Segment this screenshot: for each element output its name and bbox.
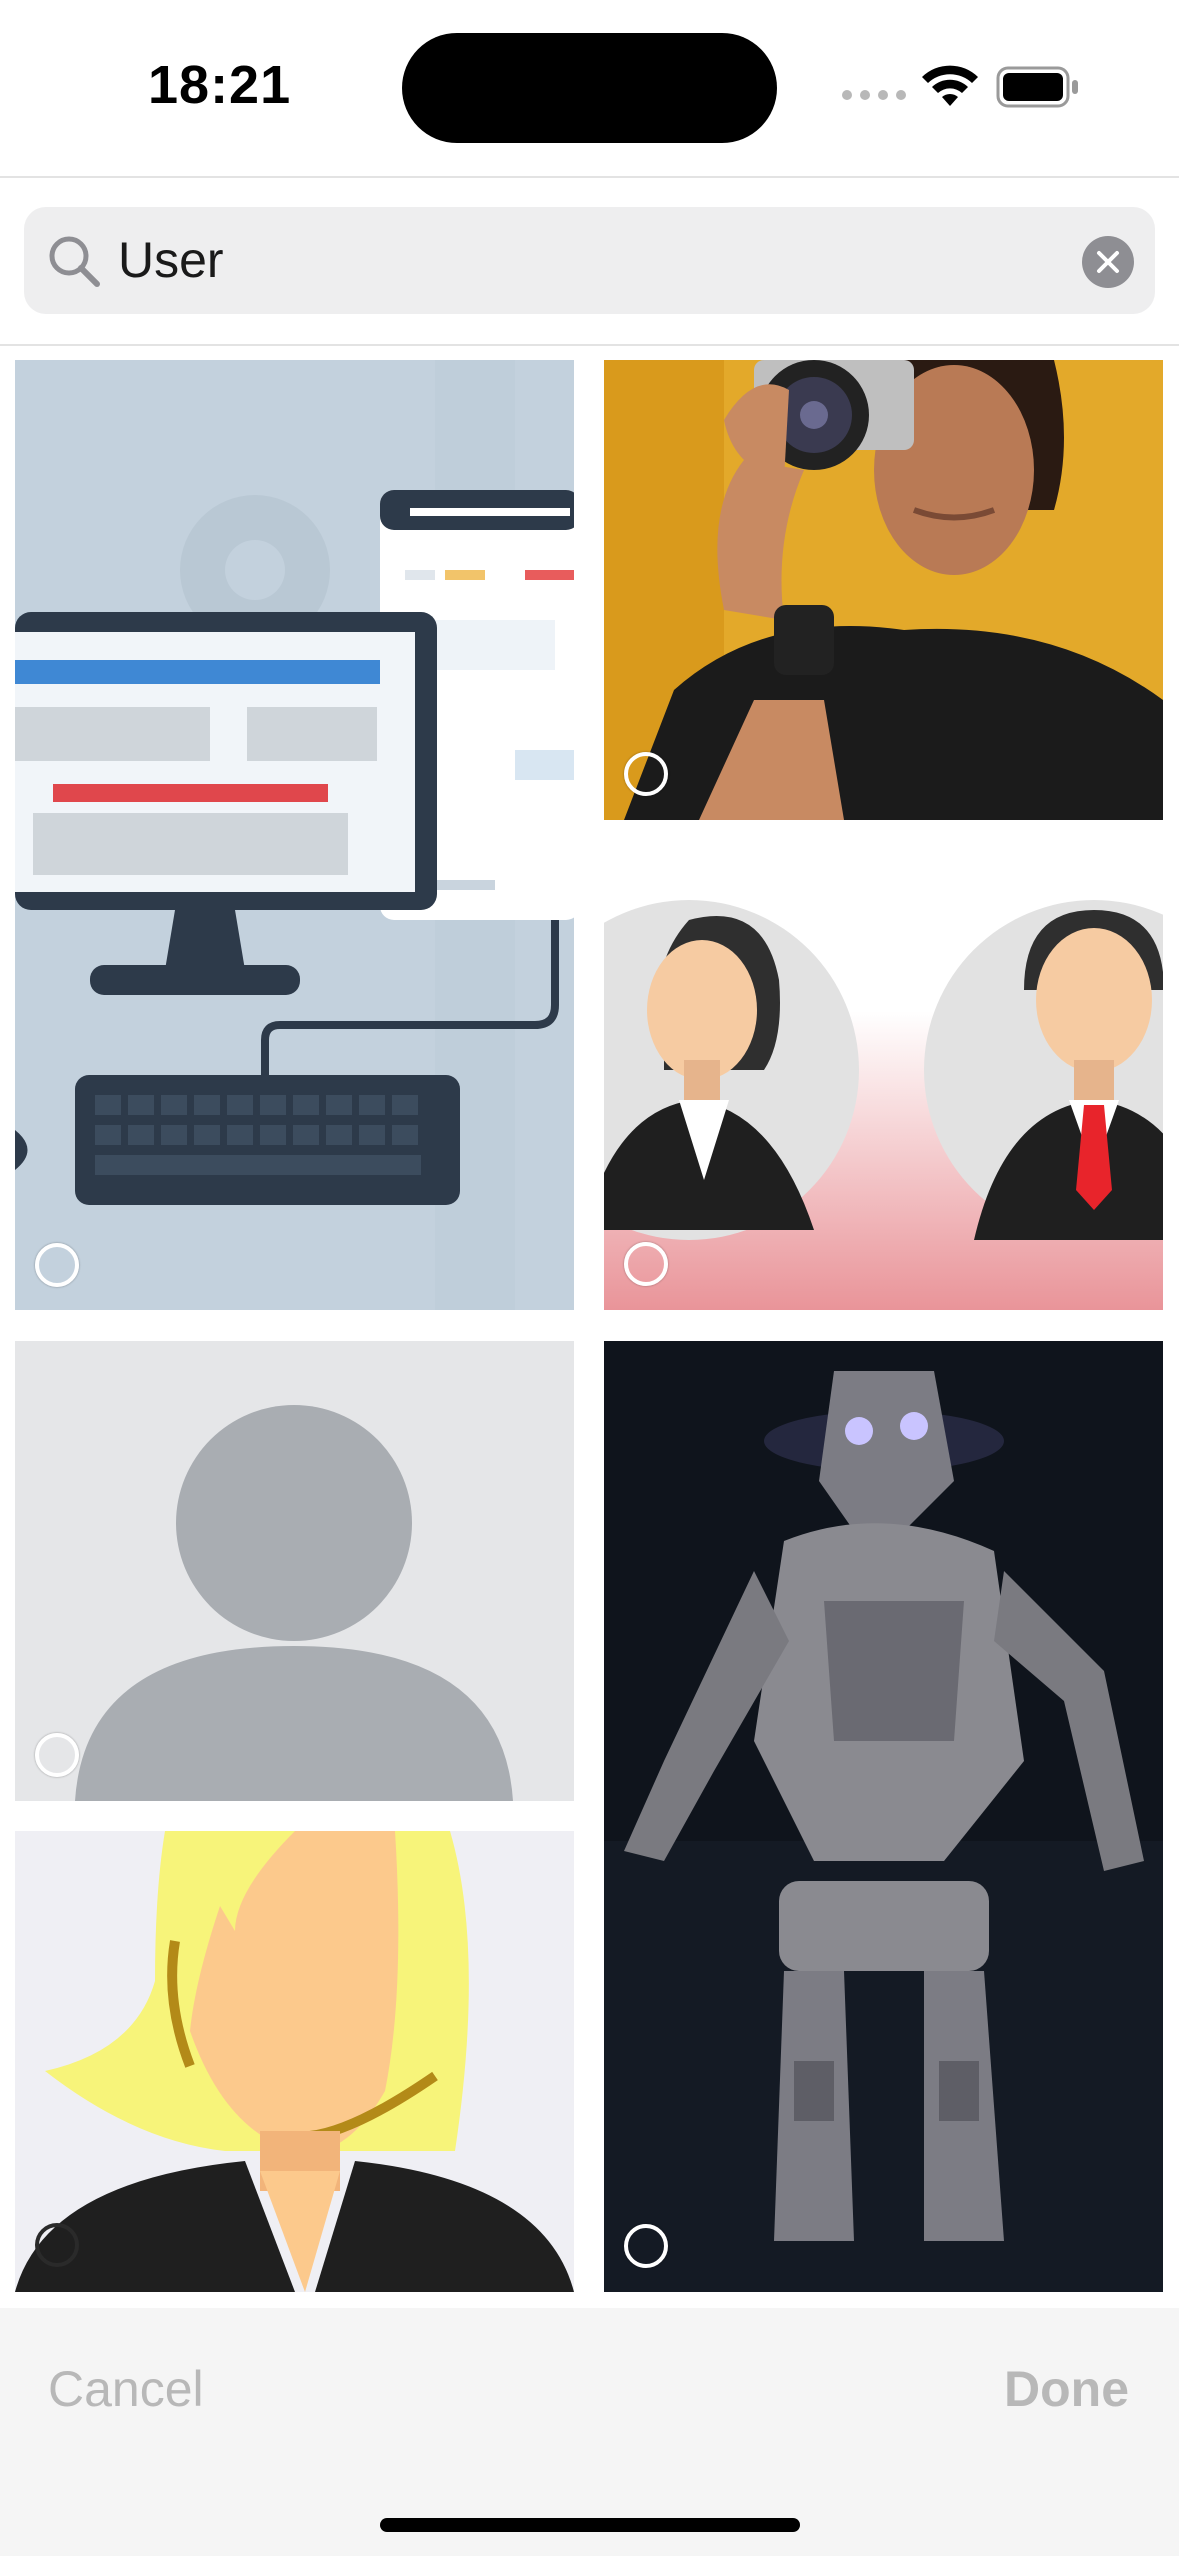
status-time: 18:21 bbox=[148, 55, 292, 115]
computer-illustration bbox=[15, 360, 574, 1310]
search-divider bbox=[0, 344, 1179, 346]
cancel-button[interactable]: Cancel bbox=[48, 2360, 204, 2418]
blonde-woman-avatar bbox=[15, 1831, 574, 2292]
header-divider bbox=[0, 176, 1179, 178]
battery-icon bbox=[996, 66, 1078, 108]
robot-image bbox=[604, 1341, 1163, 2292]
done-button[interactable]: Done bbox=[1004, 2360, 1129, 2418]
image-tile-business-avatars[interactable] bbox=[604, 850, 1163, 1310]
photographer-photo bbox=[604, 360, 1163, 820]
image-tile-default-user[interactable] bbox=[15, 1341, 574, 1801]
select-checkbox[interactable] bbox=[35, 2223, 79, 2267]
search-icon bbox=[49, 236, 100, 287]
default-user-silhouette bbox=[15, 1341, 574, 1801]
select-checkbox[interactable] bbox=[624, 2224, 668, 2268]
search-bar[interactable] bbox=[24, 207, 1155, 314]
business-avatars-illustration bbox=[604, 850, 1163, 1310]
search-input[interactable] bbox=[118, 225, 1018, 295]
bottom-toolbar: Cancel Done bbox=[0, 2308, 1179, 2556]
close-icon bbox=[1097, 251, 1119, 273]
image-tile-blonde-avatar[interactable] bbox=[15, 1831, 574, 2292]
status-bar: 18:21 bbox=[0, 0, 1179, 176]
image-tile-computer[interactable] bbox=[15, 360, 574, 1310]
image-picker-screen: 18:21 User Cancel Done bbox=[0, 0, 1179, 2556]
home-indicator[interactable] bbox=[380, 2518, 800, 2532]
image-tile-robot[interactable] bbox=[604, 1341, 1163, 2292]
clear-search-button[interactable] bbox=[1082, 236, 1134, 288]
select-checkbox[interactable] bbox=[35, 1243, 79, 1287]
select-checkbox[interactable] bbox=[35, 1733, 79, 1777]
select-checkbox[interactable] bbox=[624, 1242, 668, 1286]
wifi-icon bbox=[922, 65, 978, 106]
select-checkbox[interactable] bbox=[624, 752, 668, 796]
cellular-signal-icon bbox=[842, 90, 906, 102]
image-tile-photographer[interactable] bbox=[604, 360, 1163, 820]
dynamic-island bbox=[402, 33, 777, 143]
